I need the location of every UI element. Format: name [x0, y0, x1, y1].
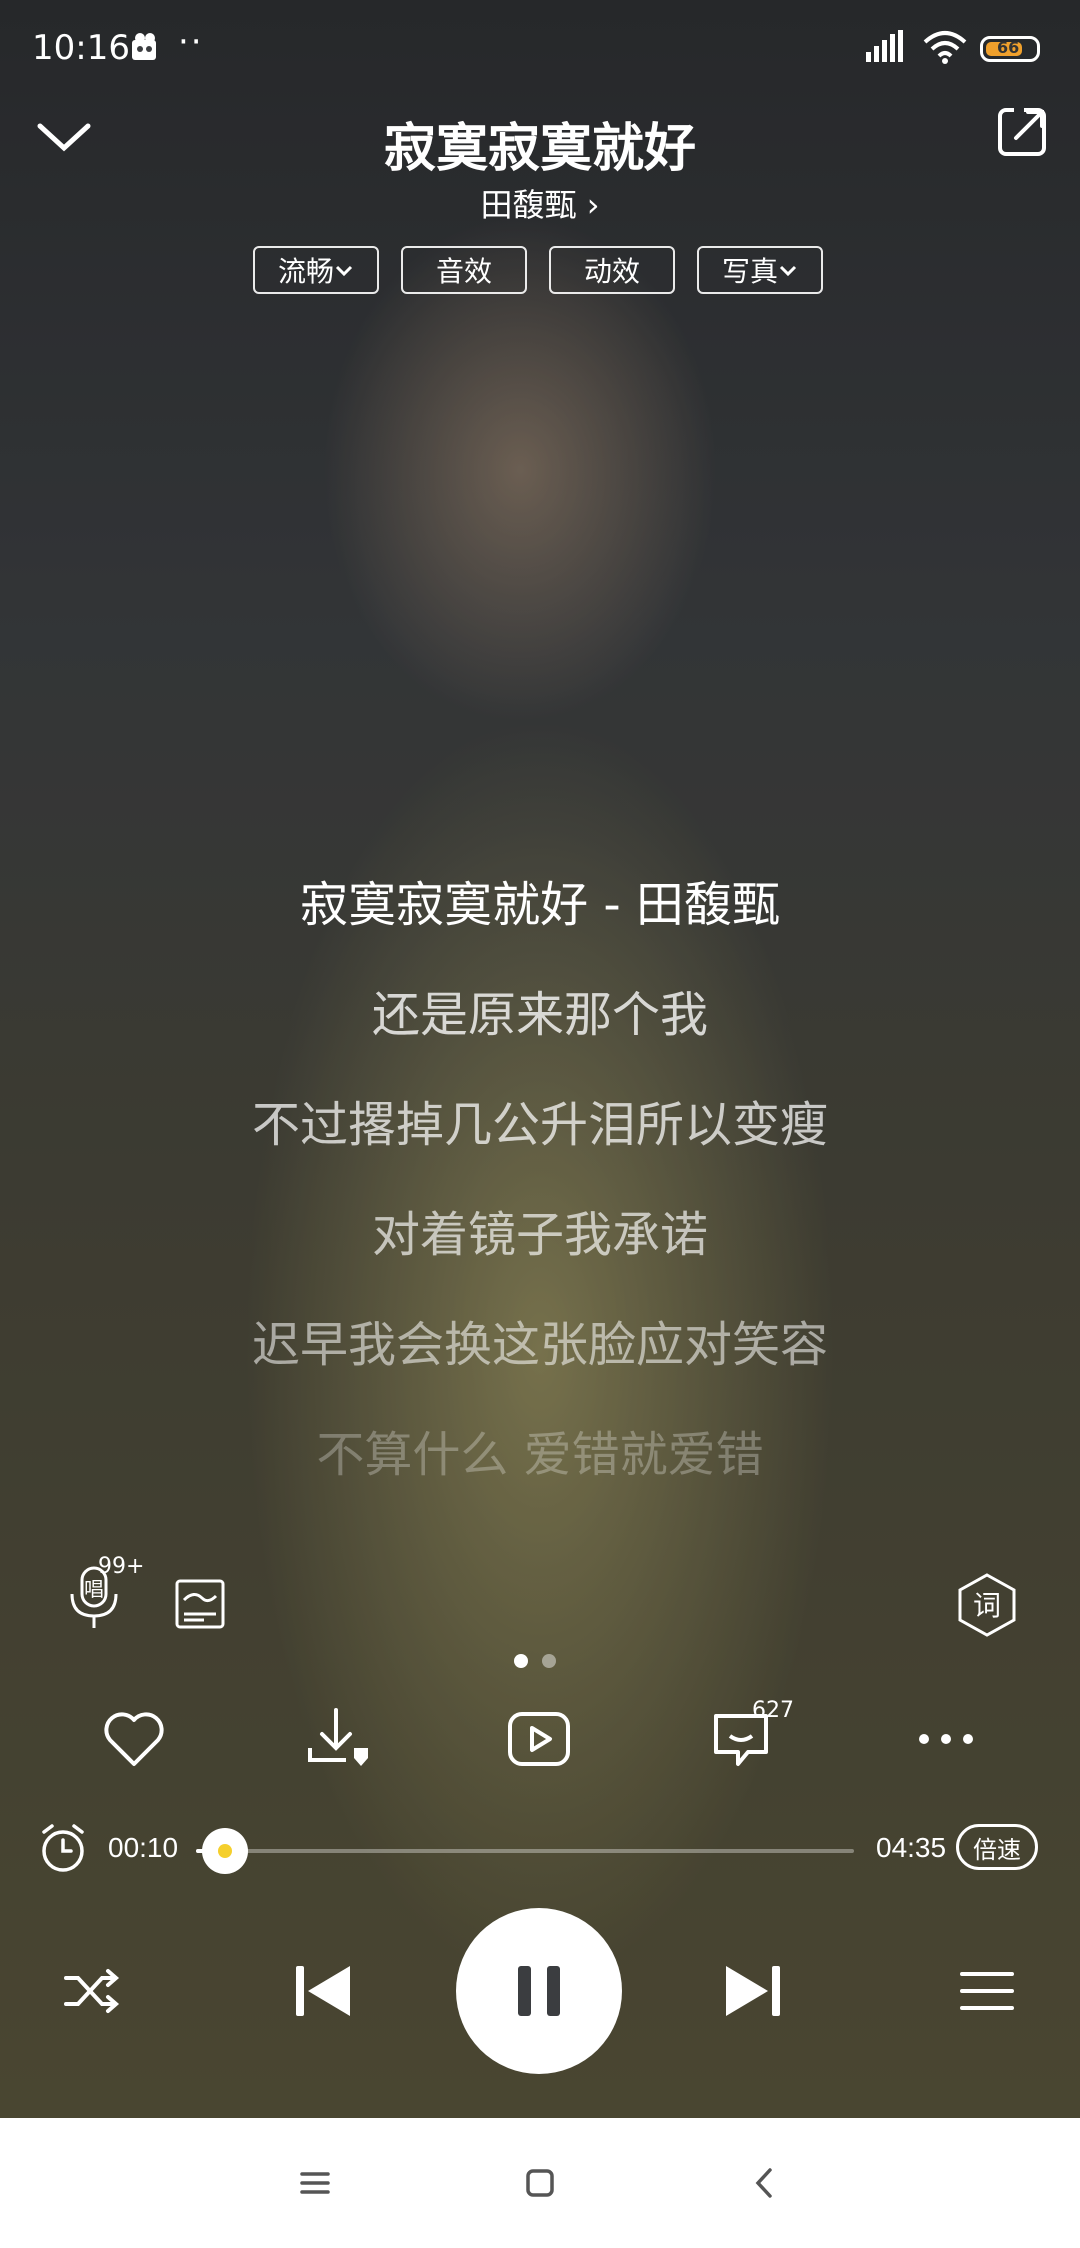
poster-icon[interactable]: [174, 1578, 226, 1630]
lyric-line: 不过撂掉几公升泪所以变瘦: [251, 1097, 828, 1153]
back-icon[interactable]: [740, 2158, 790, 2208]
playback-options: 流畅 音效 动效 写真: [253, 246, 823, 294]
song-title: 寂寞寂寞就好: [383, 119, 696, 179]
skip-previous-icon[interactable]: [292, 1962, 354, 2020]
lyric-line: 还是原来那个我: [371, 987, 708, 1043]
pause-icon: [518, 1966, 560, 2016]
system-nav-bar: [0, 2118, 1080, 2248]
page-dot: [542, 1654, 556, 1668]
svg-text:唱: 唱: [84, 1577, 104, 1601]
chevron-right-icon: ›: [586, 186, 600, 224]
signal-icon: [866, 30, 903, 62]
home-icon[interactable]: [515, 2158, 565, 2208]
video-icon[interactable]: [506, 1706, 572, 1772]
lyric-line-current: 寂寞寂寞就好 - 田馥甄: [300, 877, 780, 933]
page-dot-active: [514, 1654, 528, 1668]
status-time: 10:16: [32, 28, 130, 68]
lyric-icon[interactable]: 词: [956, 1572, 1018, 1638]
wifi-icon: [923, 31, 967, 64]
status-bar: 10:16 ·· 66: [0, 0, 1080, 100]
battery-level: 66: [997, 38, 1020, 57]
shuffle-icon[interactable]: [62, 1966, 122, 2016]
lyric-line: 不算什么 爱错就爱错: [316, 1427, 764, 1483]
lyrics-panel[interactable]: 寂寞寂寞就好 - 田馥甄 还是原来那个我 不过撂掉几公升泪所以变瘦 对着镜子我承…: [0, 870, 1080, 1530]
download-icon[interactable]: [306, 1706, 372, 1772]
lyric-line: 对着镜子我承诺: [371, 1207, 708, 1263]
quality-dropdown[interactable]: 流畅: [253, 246, 379, 294]
animation-button[interactable]: 动效: [549, 246, 675, 294]
speed-button[interactable]: 倍速: [956, 1824, 1038, 1870]
more-icon[interactable]: [914, 1706, 978, 1772]
share-icon[interactable]: [994, 104, 1050, 160]
menu-icon[interactable]: [290, 2158, 340, 2208]
current-time: 00:10: [108, 1832, 179, 1863]
artist-link[interactable]: 田馥甄 ›: [0, 180, 1080, 226]
notification-app-icon: [128, 30, 162, 72]
battery-icon: 66: [980, 36, 1040, 62]
pause-button[interactable]: [456, 1908, 622, 2074]
comment-count-badge: 627: [752, 1698, 794, 1723]
artist-name: 田馥甄: [480, 186, 577, 224]
svg-text:词: 词: [973, 1589, 1001, 1622]
lyric-line: 迟早我会换这张脸应对笑容: [251, 1317, 828, 1373]
photo-dropdown[interactable]: 写真: [697, 246, 823, 294]
alarm-clock-icon[interactable]: [38, 1822, 88, 1874]
chevron-down-icon: [779, 265, 797, 277]
total-time: 04:35: [876, 1832, 947, 1863]
sound-effect-button[interactable]: 音效: [401, 246, 527, 294]
playlist-icon[interactable]: [960, 1968, 1014, 2014]
status-more-dots: ··: [178, 22, 204, 62]
skip-next-icon[interactable]: [722, 1962, 784, 2020]
sing-count-badge: 99+: [98, 1554, 145, 1579]
progress-knob[interactable]: [201, 1828, 248, 1874]
progress-slider[interactable]: [196, 1849, 854, 1853]
page-indicator: [514, 1654, 556, 1668]
heart-icon[interactable]: [102, 1706, 166, 1772]
chevron-down-icon: [335, 265, 353, 277]
